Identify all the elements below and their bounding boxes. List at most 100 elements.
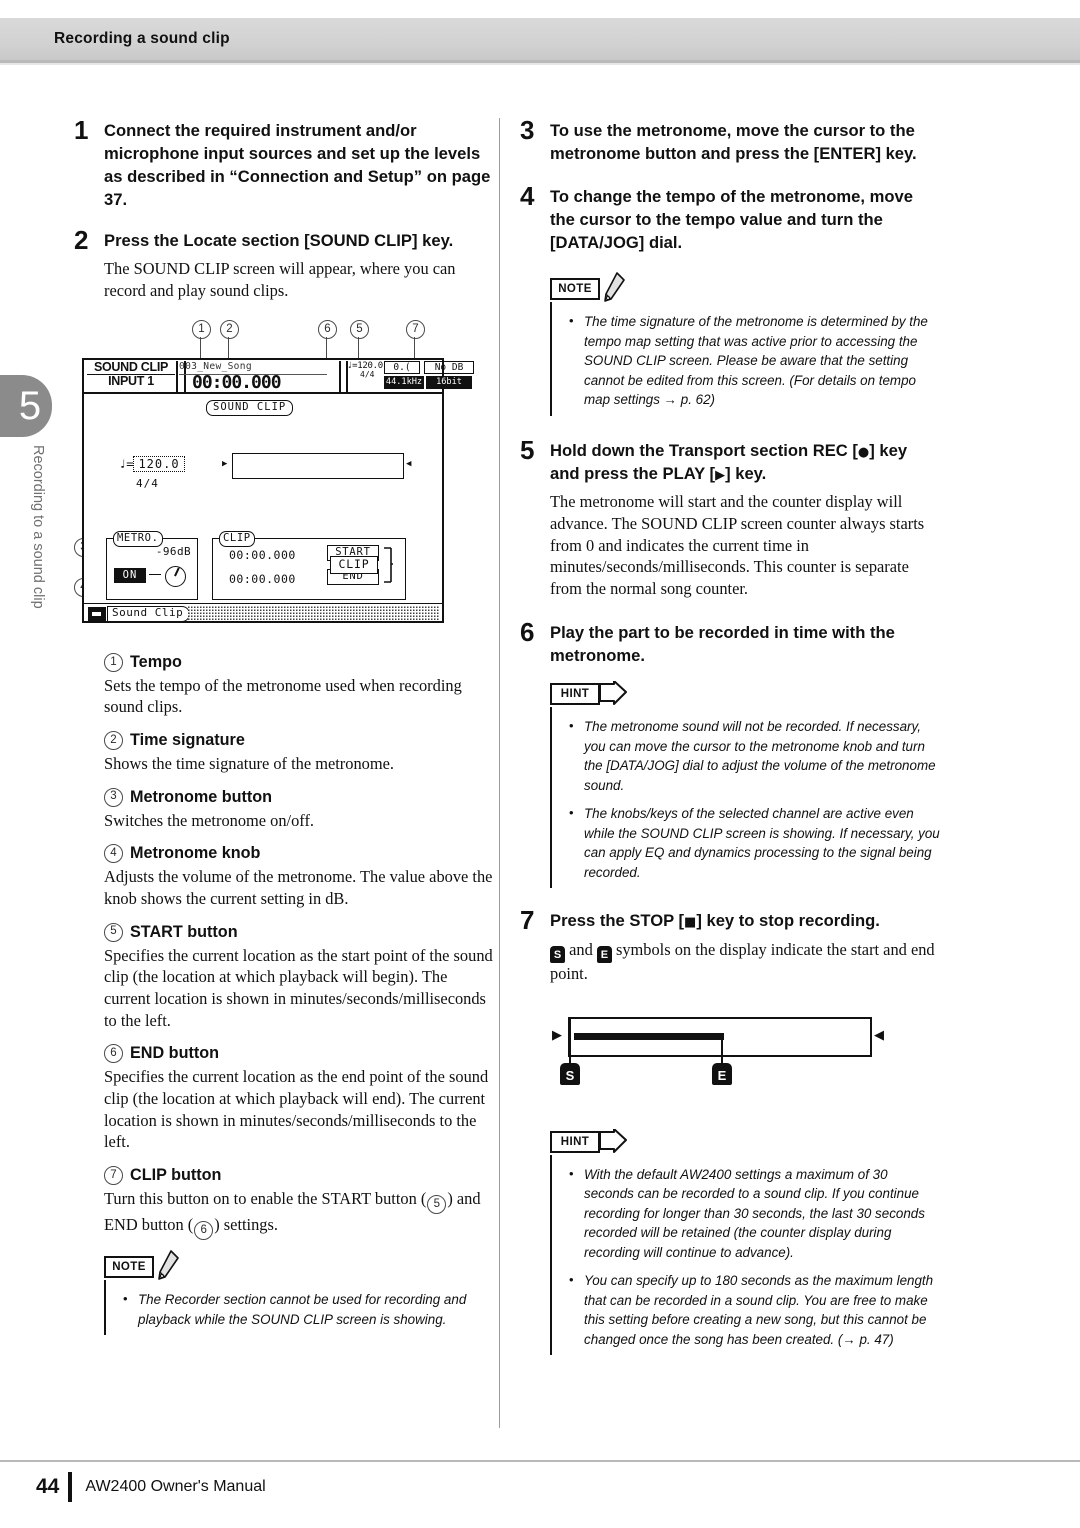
definition-metronome-button-heading: 3 Metronome button (104, 787, 494, 807)
lcd-metronome-knob[interactable] (165, 565, 186, 587)
lcd-footer-tab[interactable]: Sound Clip (107, 605, 191, 622)
definition-end-button-body: Specifies the current location as the en… (104, 1067, 489, 1152)
arrow-right-icon (599, 681, 627, 706)
step-3-number: 3 (520, 115, 535, 145)
play-glyph-icon: ▶ (715, 467, 726, 483)
step-6-heading: Play the part to be recorded in time wit… (550, 622, 895, 665)
definition-time-signature-body: Shows the time signature of the metronom… (104, 754, 394, 774)
definition-time-signature: 2 Time signature Shows the time signatur… (104, 731, 494, 775)
page-title: Recording a sound clip (54, 30, 230, 47)
step-1-heading: Connect the required instrument and/or m… (104, 121, 491, 209)
lcd-time-signature: 4/4 (136, 476, 159, 490)
lcd-clip-button[interactable]: CLIP (330, 555, 378, 574)
definition-number-5: 5 (104, 922, 123, 942)
diagram-recorded-region (574, 1033, 724, 1041)
definition-tempo-heading: 1 Tempo (104, 652, 494, 672)
pencil-icon (604, 272, 625, 303)
definition-number-3: 3 (104, 787, 123, 807)
definition-number-7: 7 (104, 1165, 123, 1185)
lcd-value-db: No DB (424, 360, 474, 374)
hint-callout-1: HINT The metronome sound will not be rec… (550, 681, 940, 888)
lcd-screen: SOUND CLIP INPUT 1 003_New_Song 00:00.00… (82, 357, 474, 623)
step-4-heading: To change the tempo of the metronome, mo… (550, 186, 913, 252)
definition-start-button-body: Specifies the current location as the st… (104, 945, 493, 1030)
step-4-number: 4 (520, 180, 535, 211)
hint-item: With the default AW2400 settings a maxim… (568, 1165, 940, 1262)
sound-clip-screen-figure: 1 2 6 5 7 3 4 SOUND CLIP INPUT 1 003_New… (74, 319, 494, 640)
page-footer: 44 AW2400 Owner's Manual (36, 1472, 266, 1502)
step-7-head-pre: Press the STOP [ (550, 910, 685, 930)
step-5: 5 Hold down the Transport section REC [●… (520, 435, 940, 600)
lcd-bit-depth: 16bit (426, 375, 472, 389)
note-tag-left: NOTE (104, 1250, 179, 1281)
definition-number-2: 2 (104, 731, 123, 751)
lcd-waveform-left-marker: ▶ (222, 458, 228, 469)
definition-tempo: 1 Tempo Sets the tempo of the metronome … (104, 652, 494, 718)
lcd-screen-tab[interactable]: SOUND CLIP (206, 399, 294, 416)
step-3: 3 To use the metronome, move the cursor … (520, 115, 940, 166)
column-divider (499, 118, 500, 1428)
definition-metronome-button-label: Metronome button (130, 787, 273, 806)
step-7-heading: Press the STOP [■] key to stop recording… (550, 910, 940, 933)
footer-bar (68, 1472, 73, 1502)
right-column: 3 To use the metronome, move the cursor … (520, 115, 940, 1355)
start-marker-icon: S (550, 946, 565, 964)
hint-tag-box-1: HINT (550, 683, 600, 706)
start-end-diagram: ▶ ◀ S E (530, 1007, 930, 1117)
hint-body-2: With the default AW2400 settings a maxim… (550, 1155, 940, 1355)
note-tag-right: NOTE (550, 272, 625, 303)
hint-tag-box-2: HINT (550, 1131, 600, 1154)
lcd-waveform-area (232, 452, 404, 479)
lcd-metronome-panel: METRO. -96dB ON (106, 530, 198, 600)
step-5-head-post: ] key. (725, 463, 767, 483)
step-5-head-pre: Hold down the Transport section REC [ (550, 440, 858, 460)
definition-metronome-knob: 4 Metronome knob Adjusts the volume of t… (104, 844, 494, 909)
step-5-body: The metronome will start and the counter… (550, 492, 925, 599)
hint-item: The metronome sound will not be recorded… (568, 717, 940, 795)
diagram-start-stem (569, 1017, 571, 1068)
clip-body-post: ) settings. (214, 1215, 278, 1235)
lcd-tempo-field[interactable]: ♩= 120.0 (119, 455, 185, 472)
lcd-tempo-note-label: ♩= (119, 456, 134, 471)
definition-number-1: 1 (104, 652, 123, 672)
lcd-counter: 00:00.000 (192, 371, 282, 393)
definition-tempo-body: Sets the tempo of the metronome used whe… (104, 675, 462, 717)
hint-tag-2: HINT (550, 1129, 627, 1155)
lcd-tempo-value[interactable]: 120.0 (133, 455, 185, 472)
definition-start-button: 5 START button Specifies the current loc… (104, 922, 494, 1032)
definition-metronome-knob-heading: 4 Metronome knob (104, 844, 494, 864)
step-1-number: 1 (74, 115, 89, 145)
step-7-head-post: ] key to stop recording. (696, 910, 880, 930)
clip-body-ref-5: 5 (427, 1195, 447, 1215)
step-7-number: 7 (520, 904, 535, 935)
step-2-number: 2 (74, 224, 89, 255)
lcd-footer-bar: Sound Clip (84, 602, 442, 622)
hint-body-1: The metronome sound will not be recorded… (550, 707, 940, 888)
lcd-clip-start-time: 00:00.000 (229, 547, 296, 562)
definition-number-6: 6 (104, 1044, 123, 1064)
hint-callout-2: HINT With the default AW2400 settings a … (550, 1129, 940, 1355)
definition-metronome-button: 3 Metronome button Switches the metronom… (104, 787, 494, 832)
end-marker-icon: E (596, 946, 612, 964)
lcd-header-separator-1 (176, 360, 178, 392)
lcd-waveform-right-marker: ◀ (406, 458, 412, 469)
chapter-number: 5 (18, 383, 42, 428)
lcd-footer-hatch (188, 605, 439, 620)
definition-number-4: 4 (104, 844, 123, 864)
lcd-sample-rate: 44.1kHz (384, 375, 424, 389)
lcd-metronome-on-button[interactable]: ON (114, 567, 146, 583)
arrow-right-icon (599, 1129, 627, 1154)
stop-glyph-icon: ■ (684, 914, 697, 930)
hint-item: The knobs/keys of the selected channel a… (568, 804, 940, 882)
definition-time-signature-label: Time signature (130, 731, 245, 750)
step-7-body-mid: and (565, 939, 597, 959)
note-tag-box-right: NOTE (550, 278, 600, 301)
lcd-title-line1: SOUND CLIP (87, 360, 175, 376)
lcd-clip-end-time: 00:00.000 (229, 571, 296, 586)
diagram-left-marker: ▶ (552, 1027, 562, 1043)
step-2: 2 Press the Locate section [SOUND CLIP] … (74, 225, 494, 302)
figure-callout-2: 2 (220, 319, 239, 339)
definition-end-button-label: END button (130, 1044, 220, 1063)
note-item: The Recorder section cannot be used for … (122, 1290, 494, 1329)
lcd-header-time-signature: 4/4 (360, 369, 375, 379)
